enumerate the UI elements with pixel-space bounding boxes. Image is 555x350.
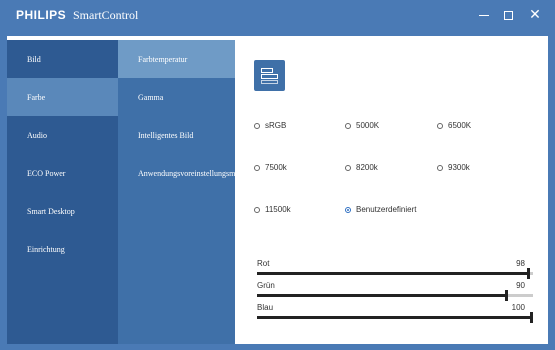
slider-blau[interactable]: Blau 100 xyxy=(257,303,533,323)
slider-thumb[interactable] xyxy=(527,268,530,279)
slider-fill xyxy=(257,316,533,319)
radio-icon xyxy=(254,122,260,129)
subnav-item-label: Anwendungsvoreinstellungsmodus xyxy=(138,168,235,178)
radio-icon xyxy=(254,206,260,213)
slider-gruen[interactable]: Grün 90 xyxy=(257,281,533,301)
subnav-item-label: Farbtemperatur xyxy=(138,54,188,64)
radio-label: 7500k xyxy=(265,163,287,172)
radio-icon xyxy=(437,164,443,171)
sub-navigation: Farbtemperatur Gamma Intelligentes Bild … xyxy=(118,40,235,344)
slider-label: Blau xyxy=(257,303,274,312)
radio-icon xyxy=(437,122,443,129)
nav-item-label: Bild xyxy=(27,54,41,64)
radio-11500k[interactable]: 11500k xyxy=(254,205,291,214)
radio-9300k[interactable]: 9300k xyxy=(437,163,470,172)
minimize-icon xyxy=(479,14,489,16)
slider-track[interactable] xyxy=(257,312,533,323)
subnav-item-label: Gamma xyxy=(138,92,164,102)
nav-item-label: Farbe xyxy=(27,92,46,102)
nav-item-label: ECO Power xyxy=(27,168,66,178)
nav-item-bild[interactable]: Bild xyxy=(7,40,118,78)
radio-icon xyxy=(345,164,351,171)
nav-item-audio[interactable]: Audio xyxy=(7,116,118,154)
slider-value: 98 xyxy=(516,259,525,268)
close-button[interactable]: ✕ xyxy=(524,5,546,25)
slider-track[interactable] xyxy=(257,290,533,301)
maximize-button[interactable] xyxy=(497,5,519,25)
slider-fill xyxy=(257,294,505,297)
nav-item-label: Smart Desktop xyxy=(27,206,75,216)
subnav-item-intelligentes-bild[interactable]: Intelligentes Bild xyxy=(118,116,235,154)
main-navigation: Bild Farbe Audio ECO Power Smart Desktop… xyxy=(7,40,118,344)
nav-item-label: Einrichtung xyxy=(27,244,65,254)
nav-item-eco-power[interactable]: ECO Power xyxy=(7,154,118,192)
color-temperature-icon xyxy=(254,60,285,91)
radio-6500k[interactable]: 6500K xyxy=(437,121,471,130)
radio-label: 11500k xyxy=(265,205,291,214)
radio-icon xyxy=(254,164,260,171)
radio-label: 5000K xyxy=(356,121,380,130)
minimize-button[interactable] xyxy=(473,5,495,25)
radio-label: 6500K xyxy=(448,121,472,130)
subnav-item-anwendungsvoreinstellungsmodus[interactable]: Anwendungsvoreinstellungsmodus xyxy=(118,154,235,192)
maximize-icon xyxy=(503,10,513,20)
subnav-item-farbtemperatur[interactable]: Farbtemperatur xyxy=(118,40,235,78)
subnav-item-label: Intelligentes Bild xyxy=(138,130,194,140)
settings-area: sRGB 5000K 6500K 7500k 8200k 9300k 11500… xyxy=(235,36,548,344)
nav-item-smart-desktop[interactable]: Smart Desktop xyxy=(7,192,118,230)
philips-logo: PHILIPS xyxy=(16,8,67,22)
radio-7500k[interactable]: 7500k xyxy=(254,163,287,172)
radio-srgb[interactable]: sRGB xyxy=(254,121,286,130)
slider-thumb[interactable] xyxy=(530,312,533,323)
smartcontrol-window: PHILIPS SmartControl ✕ Bild Farbe Audio … xyxy=(0,0,555,350)
radio-label: 8200k xyxy=(356,163,378,172)
slider-value: 90 xyxy=(516,281,525,290)
slider-rot[interactable]: Rot 98 xyxy=(257,259,533,279)
slider-track[interactable] xyxy=(257,268,533,279)
radio-5000k[interactable]: 5000K xyxy=(345,121,379,130)
nav-item-farbe[interactable]: Farbe xyxy=(7,78,118,116)
content-panel: Bild Farbe Audio ECO Power Smart Desktop… xyxy=(7,36,548,344)
radio-selected-icon xyxy=(345,206,351,213)
nav-item-einrichtung[interactable]: Einrichtung xyxy=(7,230,118,268)
slider-value: 100 xyxy=(511,303,525,312)
title-bar[interactable]: PHILIPS SmartControl ✕ xyxy=(0,0,555,30)
radio-label: Benutzerdefiniert xyxy=(356,205,417,214)
radio-label: 9300k xyxy=(448,163,470,172)
radio-label: sRGB xyxy=(265,121,287,130)
subnav-item-gamma[interactable]: Gamma xyxy=(118,78,235,116)
slider-fill xyxy=(257,272,527,275)
radio-8200k[interactable]: 8200k xyxy=(345,163,378,172)
slider-thumb[interactable] xyxy=(505,290,508,301)
radio-benutzerdefiniert[interactable]: Benutzerdefiniert xyxy=(345,205,416,214)
nav-item-label: Audio xyxy=(27,130,47,140)
app-title: SmartControl xyxy=(73,8,139,22)
radio-icon xyxy=(345,122,351,129)
close-icon: ✕ xyxy=(529,7,541,23)
slider-label: Rot xyxy=(257,259,270,268)
slider-label: Grün xyxy=(257,281,275,290)
